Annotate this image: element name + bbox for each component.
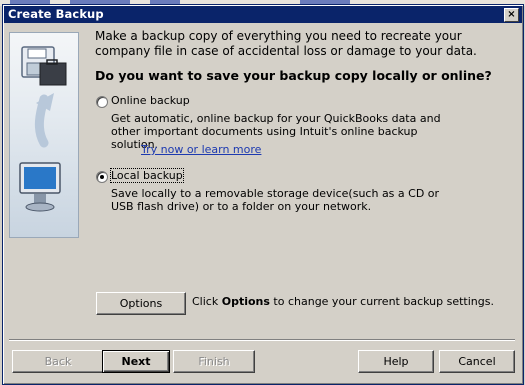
footer-separator [9, 339, 515, 341]
finish-button[interactable]: Finish [173, 350, 255, 373]
options-hint-bold: Options [221, 295, 270, 308]
try-now-learn-more-link[interactable]: Try now or learn more [141, 143, 261, 156]
options-button[interactable]: Options [96, 292, 186, 315]
local-backup-radio[interactable] [96, 171, 108, 183]
create-backup-dialog: Create Backup × Make a backup copy of ev… [2, 4, 524, 385]
window-title: Create Backup [8, 7, 104, 21]
illustration-panel [9, 32, 79, 238]
computer-monitor-icon [19, 162, 61, 212]
help-button[interactable]: Help [358, 350, 434, 373]
title-bar: Create Backup × [4, 6, 522, 23]
back-button[interactable]: Back [12, 350, 104, 373]
close-button[interactable]: × [504, 8, 519, 22]
curved-arrow-icon [34, 93, 54, 148]
radio-selected-dot [100, 175, 104, 179]
online-backup-label[interactable]: Online backup [111, 94, 190, 107]
options-hint: Click Options to change your current bac… [192, 295, 494, 308]
online-backup-radio[interactable] [96, 96, 108, 108]
local-backup-description: Save locally to a removable storage devi… [111, 187, 440, 213]
cancel-button[interactable]: Cancel [439, 350, 515, 373]
close-icon: × [507, 9, 516, 20]
intro-text: Make a backup copy of everything you nee… [95, 29, 477, 58]
local-backup-label[interactable]: Local backup [110, 168, 184, 183]
floppy-disk-with-folder-icon [21, 46, 67, 86]
save-location-question: Do you want to save your backup copy loc… [95, 68, 492, 83]
next-button[interactable]: Next [102, 350, 170, 373]
